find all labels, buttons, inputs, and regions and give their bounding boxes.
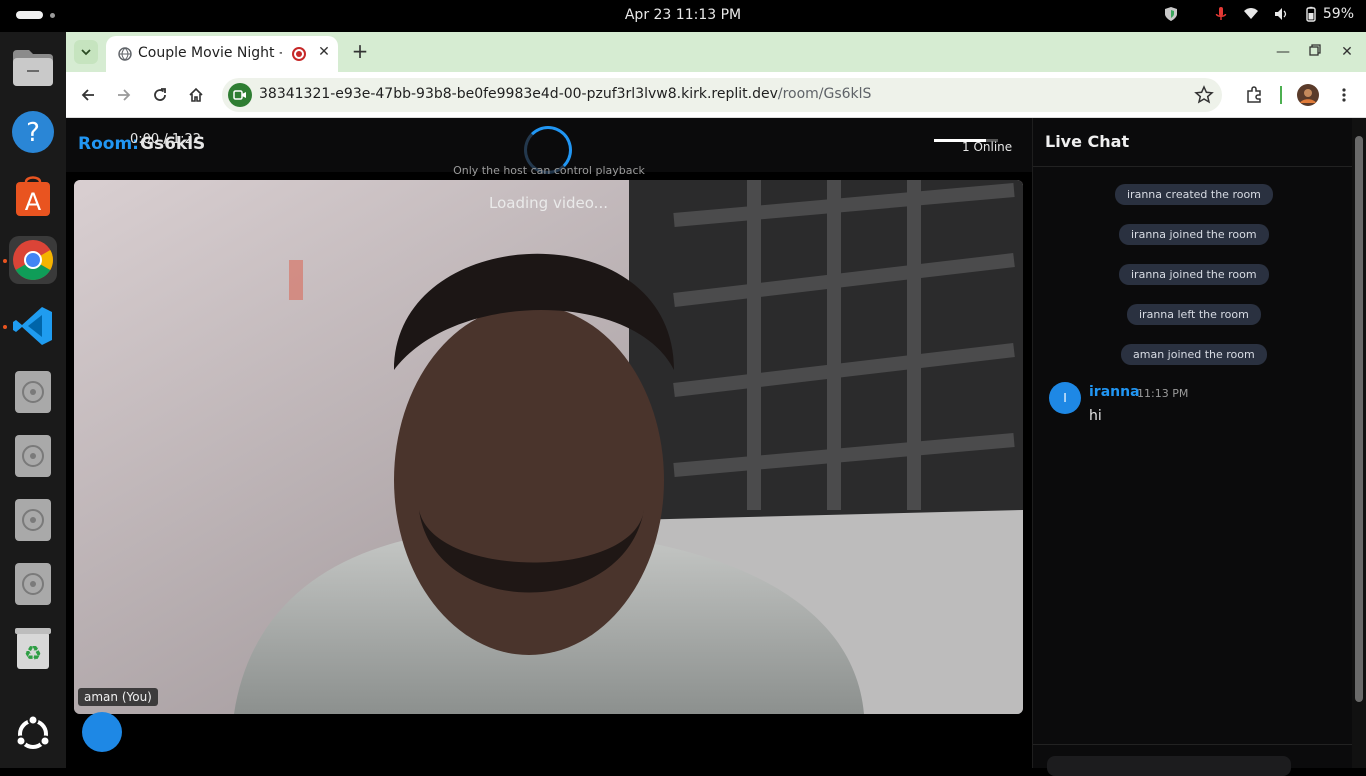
- back-button[interactable]: [76, 83, 100, 107]
- clock[interactable]: Apr 23 11:13 PM: [0, 7, 1366, 23]
- browser-tab[interactable]: Couple Movie Night - C ✕: [106, 36, 338, 72]
- system-message: iranna joined the room: [1119, 224, 1269, 245]
- scrollbar-thumb[interactable]: [1355, 136, 1363, 702]
- shield-icon: [1164, 7, 1177, 21]
- chat-input-area: [1033, 744, 1353, 776]
- arrow-left-icon: [81, 89, 94, 101]
- tab-search-button[interactable]: [74, 40, 98, 64]
- dock: ? A ♻: [0, 32, 66, 768]
- system-message: iranna joined the room: [1119, 264, 1269, 285]
- svg-text:A: A: [25, 188, 42, 216]
- webcam-video: Loading video... aman (You): [74, 180, 1023, 714]
- live-chat-panel: Live Chat iranna created the room iranna…: [1032, 118, 1353, 776]
- message-text: hi: [1089, 408, 1102, 424]
- disk-drive-icon[interactable]: [9, 368, 57, 416]
- disk-drive-icon[interactable]: [9, 560, 57, 608]
- reload-icon: [154, 88, 166, 101]
- disk-drive-icon[interactable]: [9, 432, 57, 480]
- vscode-app-icon[interactable]: [9, 302, 57, 350]
- room-header: Room: Gs6klS 0:00 / 1:22 Only the host c…: [66, 118, 1032, 177]
- svg-text:♻: ♻: [24, 641, 42, 665]
- system-message: aman joined the room: [1121, 344, 1267, 365]
- system-top-bar: Apr 23 11:13 PM 59%: [0, 0, 1366, 32]
- forward-button[interactable]: [112, 83, 136, 107]
- video-column: Room: Gs6klS 0:00 / 1:22 Only the host c…: [66, 118, 1032, 768]
- restore-icon: [1309, 44, 1321, 56]
- maximize-button[interactable]: [1304, 41, 1326, 63]
- online-count: 1 Online: [962, 140, 1013, 154]
- running-indicator: [3, 325, 7, 329]
- url-text[interactable]: 38341321-e93e-47bb-93b8-be0fe9983e4d-00-…: [259, 86, 871, 102]
- system-message: iranna created the room: [1115, 184, 1273, 205]
- participant-name-label: aman (You): [78, 688, 158, 706]
- message-avatar: I: [1049, 382, 1081, 414]
- chevron-down-icon: [81, 49, 91, 56]
- globe-icon: [118, 47, 132, 61]
- chat-title: Live Chat: [1045, 132, 1130, 151]
- web-page: Room: Gs6klS 0:00 / 1:22 Only the host c…: [66, 118, 1366, 776]
- tab-strip: Couple Movie Night - C ✕ + — ✕: [66, 32, 1366, 72]
- system-message: iranna left the room: [1127, 304, 1261, 325]
- participant-avatar-dot[interactable]: [82, 712, 122, 752]
- disk-drive-icon[interactable]: [9, 496, 57, 544]
- browser-window: Couple Movie Night - C ✕ + — ✕ 38341321-…: [66, 32, 1366, 776]
- close-window-button[interactable]: ✕: [1336, 41, 1358, 63]
- loading-video-text: Loading video...: [489, 194, 608, 212]
- video-camera-icon[interactable]: [228, 83, 252, 107]
- show-apps-icon[interactable]: [9, 710, 57, 758]
- system-tray[interactable]: 59%: [1163, 6, 1354, 22]
- home-icon: [189, 87, 203, 102]
- close-tab-button[interactable]: ✕: [314, 42, 334, 62]
- battery-percent: 59%: [1322, 6, 1354, 22]
- battery-indicator: 59%: [1303, 6, 1354, 22]
- trash-icon[interactable]: ♻: [9, 624, 57, 672]
- chrome-app-icon[interactable]: [9, 236, 57, 284]
- browser-menu-button[interactable]: [1332, 83, 1356, 107]
- playback-time: 0:00 / 1:22: [130, 132, 202, 147]
- wifi-icon: [1243, 8, 1258, 19]
- bookmark-star-icon[interactable]: [1194, 85, 1214, 105]
- url-host: 38341321-e93e-47bb-93b8-be0fe9983e4d-00-…: [259, 86, 778, 102]
- more-vertical-icon: [1342, 88, 1346, 102]
- new-tab-button[interactable]: +: [348, 40, 372, 64]
- avatar-icon: [1297, 84, 1319, 106]
- tab-title: Couple Movie Night - C: [138, 45, 282, 61]
- profile-avatar[interactable]: [1296, 83, 1320, 107]
- home-button[interactable]: [184, 83, 208, 107]
- volume-icon: [1274, 8, 1287, 20]
- running-indicator: [3, 259, 7, 263]
- reload-button[interactable]: [148, 83, 172, 107]
- chat-message-input[interactable]: [1047, 756, 1291, 776]
- browser-toolbar: 38341321-e93e-47bb-93b8-be0fe9983e4d-00-…: [66, 72, 1366, 118]
- extensions-button[interactable]: [1242, 83, 1266, 107]
- arrow-right-icon: [118, 89, 131, 101]
- page-scrollbar[interactable]: [1352, 118, 1366, 768]
- toolbar-divider: [1280, 86, 1282, 104]
- svg-text:?: ?: [26, 118, 40, 148]
- chat-divider: [1033, 166, 1353, 167]
- puzzle-icon: [1247, 86, 1261, 103]
- message-username: iranna: [1089, 384, 1140, 400]
- battery-icon: [1306, 6, 1316, 22]
- app-center-icon[interactable]: A: [9, 172, 57, 220]
- recording-icon: [292, 47, 306, 61]
- address-bar[interactable]: 38341321-e93e-47bb-93b8-be0fe9983e4d-00-…: [222, 78, 1222, 112]
- webcam-frame: [74, 180, 1023, 714]
- host-note: Only the host can control playback: [453, 164, 645, 177]
- files-app-icon[interactable]: [9, 44, 57, 92]
- url-path: /room/Gs6klS: [777, 86, 872, 102]
- minimize-button[interactable]: —: [1272, 41, 1294, 63]
- help-app-icon[interactable]: ?: [9, 108, 57, 156]
- message-timestamp: 11:13 PM: [1137, 387, 1189, 400]
- microphone-icon: [1215, 7, 1227, 20]
